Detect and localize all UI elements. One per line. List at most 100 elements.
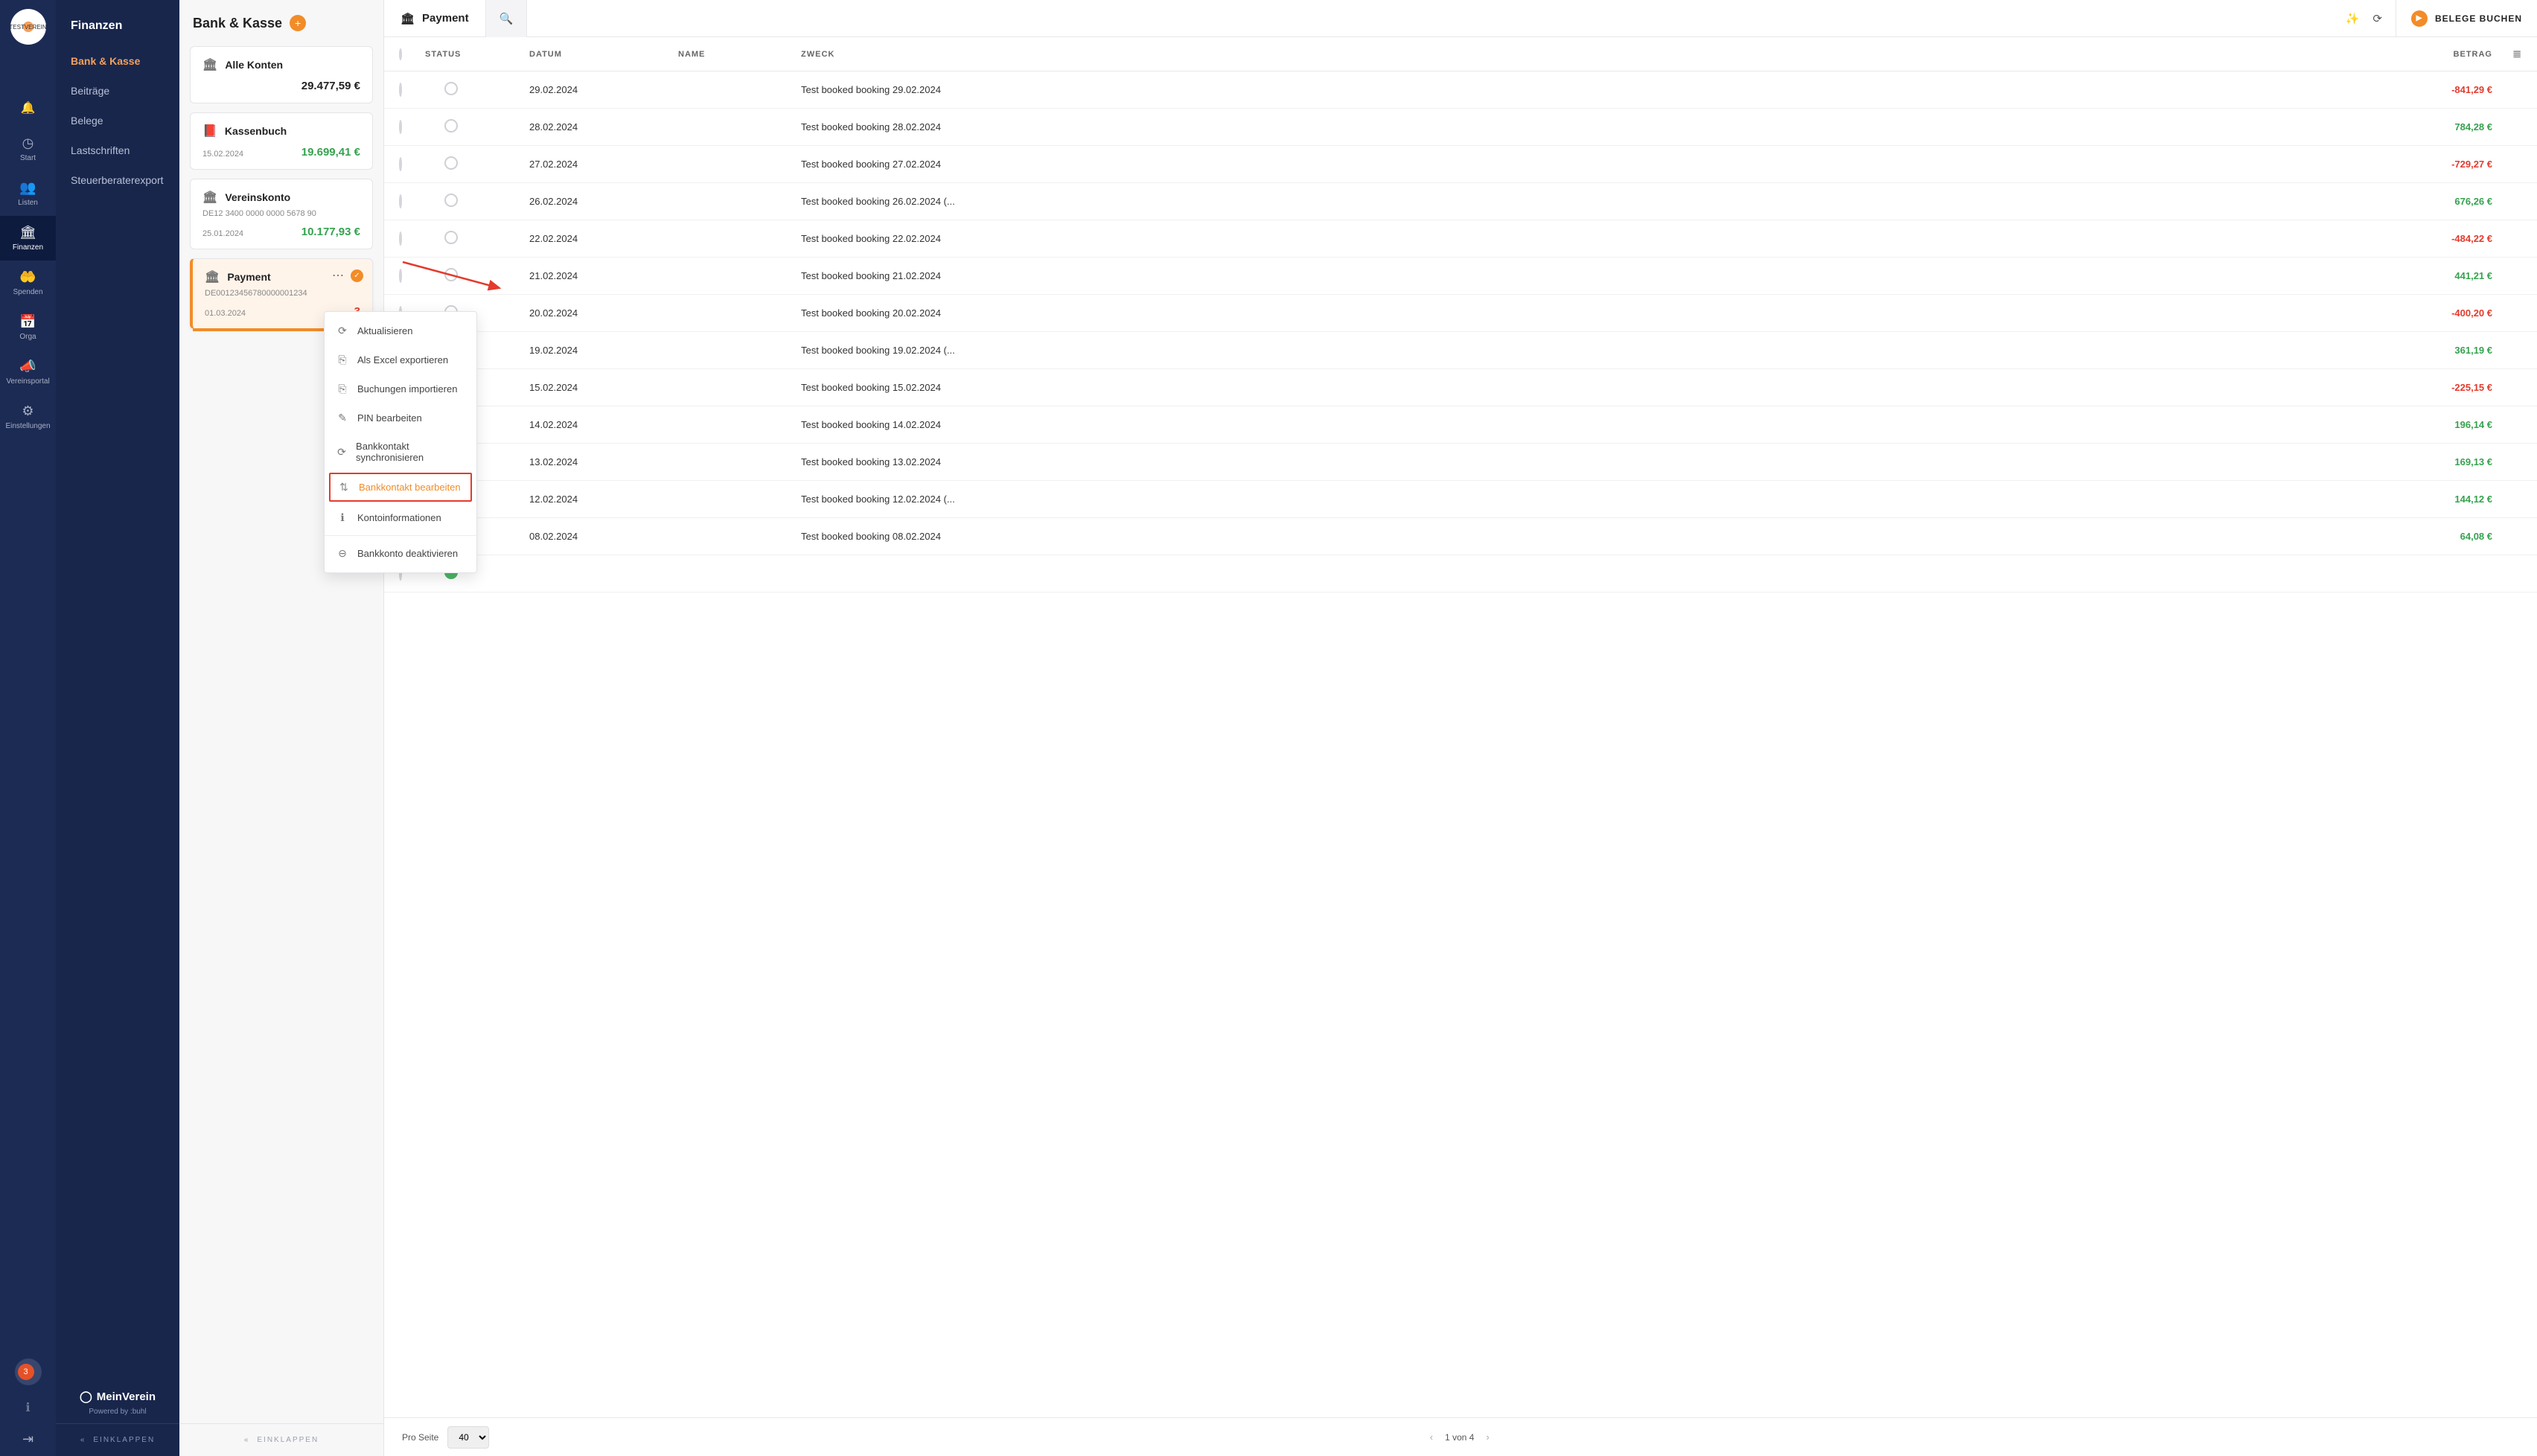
table-row[interactable]: 08.02.2024Test booked booking 08.02.2024… bbox=[384, 518, 2537, 555]
account-name: Vereinskonto bbox=[225, 191, 290, 203]
row-checkbox[interactable] bbox=[399, 120, 402, 134]
sidenav-item-lastschriften[interactable]: Lastschriften bbox=[56, 135, 179, 165]
rail-item-start[interactable]: ◷Start bbox=[0, 127, 56, 171]
row-checkbox[interactable] bbox=[399, 232, 402, 246]
select-all-checkbox[interactable] bbox=[399, 48, 402, 60]
sidenav-item-bank-kasse[interactable]: Bank & Kasse bbox=[56, 46, 179, 76]
account-name: Kassenbuch bbox=[225, 125, 287, 137]
menu-item-pin-bearbeiten[interactable]: ✎PIN bearbeiten bbox=[325, 403, 476, 432]
row-purpose: Test booked booking 27.02.2024 bbox=[801, 159, 2396, 170]
pager-next[interactable]: › bbox=[1486, 1431, 1489, 1443]
logout-icon[interactable]: ⇥ bbox=[22, 1431, 33, 1447]
rail-item-spenden[interactable]: 🤲Spenden bbox=[0, 261, 56, 305]
row-checkbox[interactable] bbox=[399, 157, 402, 171]
col-status[interactable]: STATUS bbox=[425, 50, 529, 59]
rail-item-einstellungen[interactable]: ⚙Einstellungen bbox=[0, 395, 56, 439]
account-card[interactable]: 🏛VereinskontoDE12 3400 0000 0000 5678 90… bbox=[190, 179, 373, 249]
row-purpose: Test booked booking 28.02.2024 bbox=[801, 121, 2396, 132]
table-row[interactable] bbox=[384, 555, 2537, 593]
book-receipts-button[interactable]: ▶ BELEGE BUCHEN bbox=[2396, 0, 2522, 37]
vereinsportal-icon: 📣 bbox=[19, 359, 36, 374]
pager-prev[interactable]: ‹ bbox=[1430, 1431, 1433, 1443]
powered-by: Powered by :buhl bbox=[56, 1408, 179, 1416]
search-tab[interactable]: 🔍 bbox=[485, 0, 528, 37]
menu-item-bankkontakt-bearbeiten[interactable]: ⇅Bankkontakt bearbeiten bbox=[329, 473, 472, 502]
row-amount: -484,22 € bbox=[2396, 233, 2492, 244]
account-date: 25.01.2024 bbox=[202, 229, 243, 238]
status-indicator bbox=[444, 156, 458, 170]
chat-button[interactable]: 💬 3 bbox=[15, 1358, 42, 1385]
sidenav-item-beitr-ge[interactable]: Beiträge bbox=[56, 76, 179, 106]
chevron-double-left-icon: « bbox=[80, 1436, 86, 1444]
table-row[interactable]: 22.02.2024Test booked booking 22.02.2024… bbox=[384, 220, 2537, 258]
account-card[interactable]: 🏛Alle Konten29.477,59 € bbox=[190, 46, 373, 103]
sidenav-item-belege[interactable]: Belege bbox=[56, 106, 179, 135]
row-date: 13.02.2024 bbox=[529, 456, 678, 467]
row-purpose: Test booked booking 21.02.2024 bbox=[801, 270, 2396, 281]
status-indicator bbox=[444, 194, 458, 207]
sidenav-collapse-button[interactable]: « EINKLAPPEN bbox=[56, 1423, 179, 1456]
menu-item-als-excel-exportieren[interactable]: ⎘Als Excel exportieren bbox=[325, 345, 476, 374]
menu-icon: ⇅ bbox=[338, 481, 350, 494]
menu-item-bankkonto-deaktivieren[interactable]: ⊖Bankkonto deaktivieren bbox=[325, 539, 476, 568]
account-card[interactable]: 📕Kassenbuch15.02.202419.699,41 € bbox=[190, 112, 373, 170]
table-row[interactable]: 15.02.2024Test booked booking 15.02.2024… bbox=[384, 369, 2537, 406]
col-amount[interactable]: BETRAG bbox=[2396, 50, 2492, 59]
rail-item-orga[interactable]: 📅Orga bbox=[0, 305, 56, 350]
menu-label: Bankkontakt synchronisieren bbox=[356, 441, 465, 463]
row-purpose: Test booked booking 13.02.2024 bbox=[801, 456, 2396, 467]
finanzen-icon: 🏛 bbox=[19, 225, 36, 240]
status-indicator bbox=[444, 119, 458, 132]
col-date[interactable]: DATUM bbox=[529, 50, 678, 59]
menu-item-buchungen-importieren[interactable]: ⎘Buchungen importieren bbox=[325, 374, 476, 403]
per-page-label: Pro Seite bbox=[402, 1432, 438, 1443]
rail-item-finanzen[interactable]: 🏛Finanzen bbox=[0, 216, 56, 261]
add-account-button[interactable]: + bbox=[290, 15, 306, 31]
account-actions-menu[interactable]: ⋯ bbox=[332, 268, 345, 283]
table-row[interactable]: 14.02.2024Test booked booking 14.02.2024… bbox=[384, 406, 2537, 444]
einstellungen-icon: ⚙ bbox=[22, 403, 33, 419]
columns-config-icon[interactable]: ≣ bbox=[2492, 48, 2522, 60]
spenden-icon: 🤲 bbox=[19, 269, 36, 285]
row-checkbox[interactable] bbox=[399, 194, 402, 208]
row-purpose: Test booked booking 26.02.2024 (... bbox=[801, 196, 2396, 207]
table-row[interactable]: 20.02.2024Test booked booking 20.02.2024… bbox=[384, 295, 2537, 332]
rail-item-listen[interactable]: 👥Listen bbox=[0, 171, 56, 216]
accounts-collapse-button[interactable]: « EINKLAPPEN bbox=[179, 1423, 383, 1456]
row-checkbox[interactable] bbox=[399, 83, 402, 97]
table-row[interactable]: 19.02.2024Test booked booking 19.02.2024… bbox=[384, 332, 2537, 369]
table-row[interactable]: 13.02.2024 Test booked booking 13.02.2024… bbox=[384, 444, 2537, 481]
table-row[interactable]: 28.02.2024Test booked booking 28.02.2024… bbox=[384, 109, 2537, 146]
info-icon[interactable]: ℹ bbox=[25, 1400, 30, 1415]
table-row[interactable]: 26.02.2024Test booked booking 26.02.2024… bbox=[384, 183, 2537, 220]
row-checkbox[interactable] bbox=[399, 269, 402, 283]
table-row[interactable]: 29.02.2024Test booked booking 29.02.2024… bbox=[384, 71, 2537, 109]
refresh-icon[interactable]: ⟳ bbox=[2372, 12, 2382, 25]
rail-item-vereinsportal[interactable]: 📣Vereinsportal bbox=[0, 350, 56, 395]
play-icon: ▶ bbox=[2411, 10, 2428, 27]
table-row[interactable]: 12.02.2024Test booked booking 12.02.2024… bbox=[384, 481, 2537, 518]
org-logo[interactable]: TESTVEREIN bbox=[10, 9, 46, 45]
per-page-select[interactable]: 40 bbox=[447, 1426, 489, 1449]
account-context-menu: ⟳Aktualisieren⎘Als Excel exportieren⎘Buc… bbox=[324, 311, 477, 573]
col-purpose[interactable]: ZWECK bbox=[801, 50, 2396, 59]
col-name[interactable]: NAME bbox=[678, 50, 801, 59]
table-header: STATUS DATUM NAME ZWECK BETRAG ≣ bbox=[384, 37, 2537, 71]
menu-label: PIN bearbeiten bbox=[357, 412, 422, 424]
table-row[interactable]: 21.02.2024Test booked booking 21.02.2024… bbox=[384, 258, 2537, 295]
menu-icon: ℹ bbox=[336, 511, 348, 524]
sidenav-item-steuerberaterexport[interactable]: Steuerberaterexport bbox=[56, 165, 179, 195]
menu-item-kontoinformationen[interactable]: ℹKontoinformationen bbox=[325, 503, 476, 532]
notifications-icon[interactable]: 🔔 bbox=[0, 89, 56, 127]
account-iban: DE12 3400 0000 0000 5678 90 bbox=[202, 209, 360, 218]
tab-payment[interactable]: 🏛 Payment bbox=[384, 0, 485, 37]
search-icon: 🔍 bbox=[500, 12, 514, 25]
menu-icon: ⎘ bbox=[336, 383, 348, 395]
magic-wand-icon[interactable]: ✨ bbox=[2346, 12, 2360, 25]
menu-item-bankkontakt-synchronisieren[interactable]: ⟳Bankkontakt synchronisieren bbox=[325, 432, 476, 471]
menu-item-aktualisieren[interactable]: ⟳Aktualisieren bbox=[325, 316, 476, 345]
row-purpose: Test booked booking 12.02.2024 (... bbox=[801, 494, 2396, 505]
table-row[interactable]: 27.02.2024Test booked booking 27.02.2024… bbox=[384, 146, 2537, 183]
nav-rail: TESTVEREIN 🔔 ◷Start👥Listen🏛Finanzen🤲Spen… bbox=[0, 0, 56, 1456]
row-amount: -841,29 € bbox=[2396, 84, 2492, 95]
